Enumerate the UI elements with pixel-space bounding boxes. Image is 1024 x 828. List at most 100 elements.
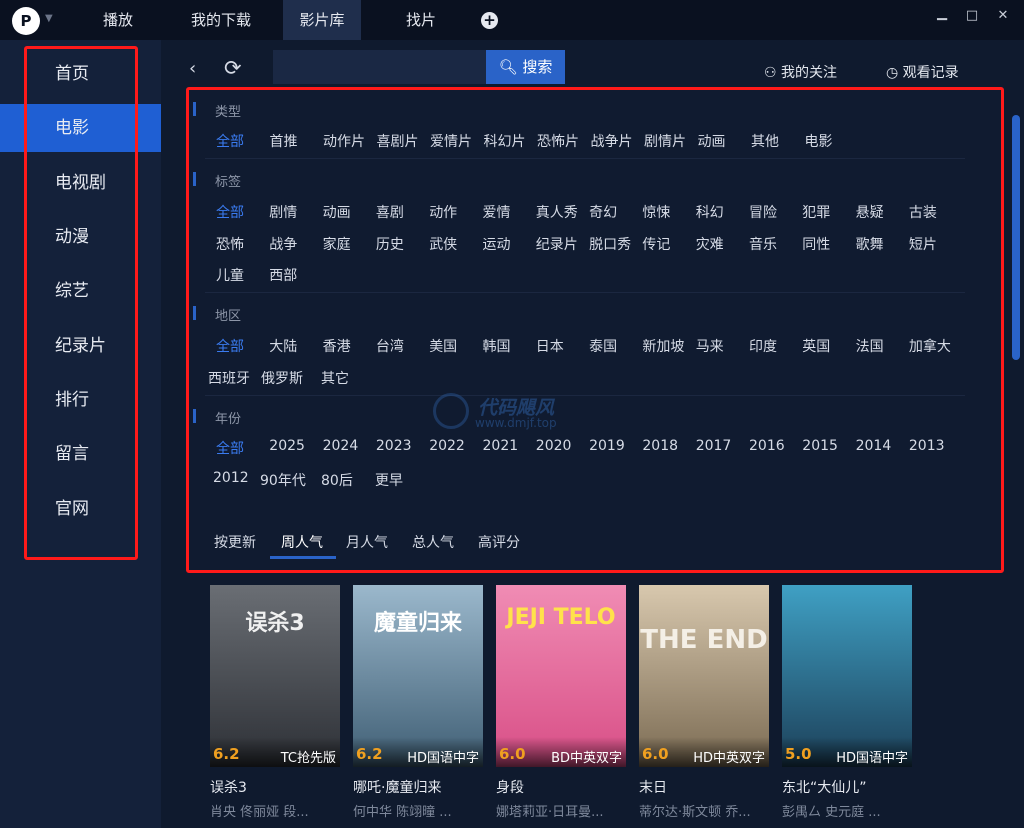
filter-region-option[interactable]: 美国 xyxy=(429,336,457,356)
filter-tag-option[interactable]: 犯罪 xyxy=(802,202,830,222)
filter-tag-option[interactable]: 恐怖 xyxy=(216,234,244,254)
filter-year-option[interactable]: 更早 xyxy=(375,470,403,490)
filter-type-option[interactable]: 剧情片 xyxy=(644,131,686,151)
filter-region-option[interactable]: 台湾 xyxy=(376,336,404,356)
refresh-icon[interactable]: ⟳ xyxy=(224,56,242,80)
poster[interactable]: 误杀3 6.2 TC抢先版 xyxy=(210,585,340,767)
filter-tag-option[interactable]: 同性 xyxy=(802,234,830,254)
filter-tag-option[interactable]: 惊悚 xyxy=(642,202,670,222)
history-button[interactable]: ◷ 观看记录 xyxy=(886,62,959,82)
filter-region-option[interactable]: 英国 xyxy=(802,336,830,356)
sidebar-item-website[interactable]: 官网 xyxy=(0,485,161,533)
tab-find[interactable]: 找片 xyxy=(388,0,454,40)
tab-play[interactable]: 播放 xyxy=(82,0,154,40)
sort-update[interactable]: 按更新 xyxy=(214,532,256,552)
filter-type-option[interactable]: 首推 xyxy=(270,131,298,151)
filter-tag-option[interactable]: 古装 xyxy=(909,202,937,222)
movie-title[interactable]: 哪吒·魔童归来 xyxy=(353,777,441,797)
filter-type-option[interactable]: 动作片 xyxy=(323,131,365,151)
filter-year-option[interactable]: 2018 xyxy=(642,438,678,454)
sidebar-item-movies[interactable]: 电影 xyxy=(0,104,161,152)
filter-year-option[interactable]: 2020 xyxy=(536,438,572,454)
minimize-icon[interactable]: ▁ xyxy=(932,6,952,21)
filter-tag-option[interactable]: 战争 xyxy=(269,234,297,254)
filter-tag-option[interactable]: 纪录片 xyxy=(536,234,578,254)
search-input[interactable] xyxy=(273,50,487,84)
filter-type-option[interactable]: 喜剧片 xyxy=(377,131,419,151)
close-icon[interactable]: ✕ xyxy=(993,8,1013,23)
filter-tag-option[interactable]: 儿童 xyxy=(216,265,244,285)
maximize-icon[interactable]: □ xyxy=(962,8,982,23)
filter-tag-option[interactable]: 真人秀 xyxy=(536,202,578,222)
poster[interactable]: THE END 6.0 HD中英双字 xyxy=(639,585,769,767)
sidebar-item-tv[interactable]: 电视剧 xyxy=(0,159,161,207)
filter-tag-option[interactable]: 喜剧 xyxy=(376,202,404,222)
filter-region-option[interactable]: 日本 xyxy=(536,336,564,356)
filter-tag-option[interactable]: 短片 xyxy=(909,234,937,254)
filter-year-option[interactable]: 2025 xyxy=(269,438,305,454)
filter-tag-option[interactable]: 动画 xyxy=(323,202,351,222)
filter-type-option[interactable]: 战争片 xyxy=(591,131,633,151)
filter-tag-option[interactable]: 历史 xyxy=(376,234,404,254)
filter-year-option[interactable]: 2017 xyxy=(696,438,732,454)
add-tab-icon[interactable]: + xyxy=(481,12,498,29)
filter-region-option[interactable]: 法国 xyxy=(856,336,884,356)
filter-type-option[interactable]: 其他 xyxy=(751,131,779,151)
filter-tag-option[interactable]: 音乐 xyxy=(749,234,777,254)
filter-tag-option[interactable]: 灾难 xyxy=(696,234,724,254)
filter-tag-option[interactable]: 冒险 xyxy=(749,202,777,222)
filter-region-option[interactable]: 印度 xyxy=(749,336,777,356)
filter-type-option[interactable]: 动画 xyxy=(698,131,726,151)
movie-title[interactable]: 东北“大仙儿” xyxy=(782,777,867,797)
filter-type-option[interactable]: 电影 xyxy=(805,131,833,151)
filter-region-option[interactable]: 泰国 xyxy=(589,336,617,356)
sort-monthly[interactable]: 月人气 xyxy=(346,532,388,552)
filter-year-option[interactable]: 90年代 xyxy=(260,470,306,490)
follow-button[interactable]: ⚇ 我的关注 xyxy=(764,62,837,82)
filter-type-option[interactable]: 恐怖片 xyxy=(537,131,579,151)
filter-year-option[interactable]: 2022 xyxy=(429,438,465,454)
filter-type-option[interactable]: 全部 xyxy=(216,131,244,151)
movie-title[interactable]: 身段 xyxy=(496,777,524,797)
poster[interactable]: 5.0 HD国语中字 xyxy=(782,585,912,767)
sort-weekly[interactable]: 周人气 xyxy=(281,532,323,552)
filter-tag-option[interactable]: 悬疑 xyxy=(856,202,884,222)
back-icon[interactable]: ‹ xyxy=(189,58,196,79)
filter-tag-option[interactable]: 科幻 xyxy=(696,202,724,222)
filter-tag-option[interactable]: 脱口秀 xyxy=(589,234,631,254)
filter-year-option[interactable]: 2019 xyxy=(589,438,625,454)
filter-year-option[interactable]: 2014 xyxy=(856,438,892,454)
filter-year-option[interactable]: 2013 xyxy=(909,438,945,454)
filter-region-option[interactable]: 全部 xyxy=(216,336,244,356)
filter-tag-option[interactable]: 西部 xyxy=(269,265,297,285)
filter-year-option[interactable]: 2016 xyxy=(749,438,785,454)
filter-region-option[interactable]: 西班牙 xyxy=(208,368,250,388)
poster[interactable]: JEJI TELO 6.0 BD中英双字 xyxy=(496,585,626,767)
filter-year-option[interactable]: 2015 xyxy=(802,438,838,454)
filter-tag-option[interactable]: 家庭 xyxy=(323,234,351,254)
sidebar-item-ranking[interactable]: 排行 xyxy=(0,376,161,424)
filter-year-option[interactable]: 2023 xyxy=(376,438,412,454)
filter-tag-option[interactable]: 武侠 xyxy=(429,234,457,254)
filter-region-option[interactable]: 马来 xyxy=(696,336,724,356)
filter-region-option[interactable]: 大陆 xyxy=(269,336,297,356)
scrollbar[interactable] xyxy=(1012,115,1020,360)
filter-region-option[interactable]: 加拿大 xyxy=(909,336,951,356)
filter-year-option[interactable]: 全部 xyxy=(216,438,244,458)
tab-library[interactable]: 影片库 xyxy=(283,0,361,40)
filter-year-option[interactable]: 2021 xyxy=(483,438,519,454)
filter-region-option[interactable]: 新加坡 xyxy=(642,336,684,356)
filter-tag-option[interactable]: 歌舞 xyxy=(856,234,884,254)
tab-downloads[interactable]: 我的下载 xyxy=(176,0,266,40)
filter-tag-option[interactable]: 动作 xyxy=(429,202,457,222)
filter-type-option[interactable]: 科幻片 xyxy=(484,131,526,151)
filter-tag-option[interactable]: 爱情 xyxy=(483,202,511,222)
sidebar-item-home[interactable]: 首页 xyxy=(0,50,161,98)
filter-tag-option[interactable]: 奇幻 xyxy=(589,202,617,222)
filter-tag-option[interactable]: 传记 xyxy=(642,234,670,254)
filter-year-option[interactable]: 2012 xyxy=(213,470,249,486)
sort-rating[interactable]: 高评分 xyxy=(478,532,520,552)
filter-tag-option[interactable]: 剧情 xyxy=(269,202,297,222)
sidebar-item-documentary[interactable]: 纪录片 xyxy=(0,322,161,370)
filter-year-option[interactable]: 2024 xyxy=(323,438,359,454)
